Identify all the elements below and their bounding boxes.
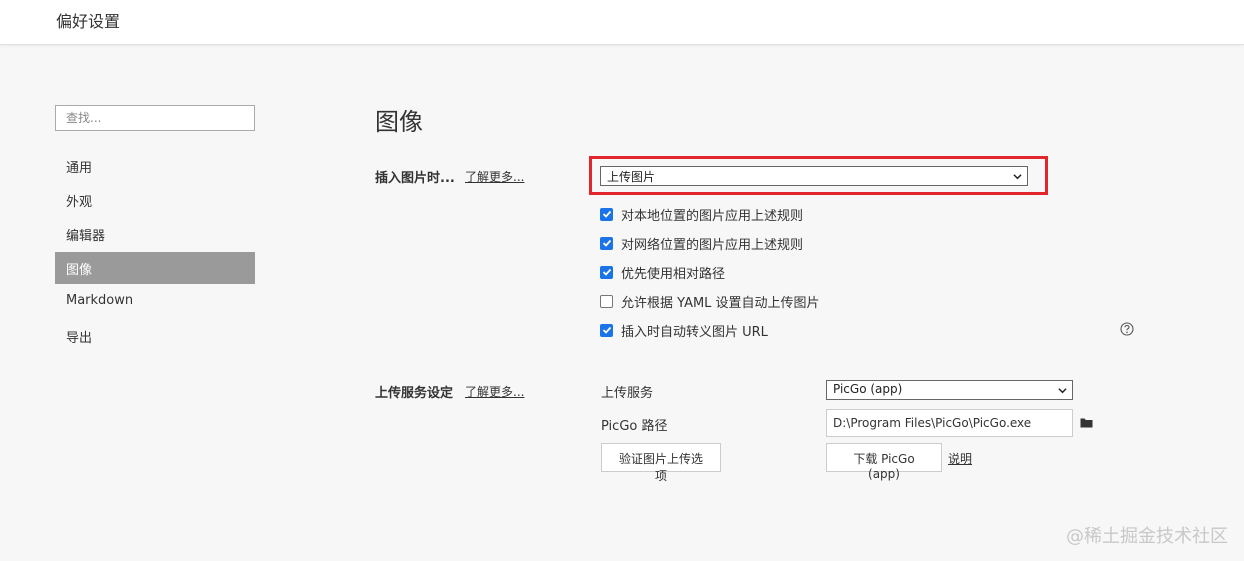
- picgo-path-label: PicGo 路径: [601, 419, 668, 434]
- checkbox-local-rules[interactable]: [600, 207, 613, 221]
- search-input[interactable]: [55, 105, 255, 131]
- option-local-rules[interactable]: 对本地位置的图片应用上述规则: [600, 205, 804, 224]
- upload-service-label: 上传服务: [601, 386, 654, 401]
- sidebar-item-markdown[interactable]: Markdown: [55, 286, 255, 318]
- option-label: 对网络位置的图片应用上述规则: [621, 237, 804, 253]
- option-relative-path[interactable]: 优先使用相对路径: [600, 263, 726, 282]
- picgo-path-value: D:\Program Files\PicGo\PicGo.exe: [833, 416, 1032, 430]
- sidebar-item-editor[interactable]: 编辑器: [55, 218, 255, 250]
- watermark: @稀土掘金技术社区: [1066, 526, 1228, 547]
- sidebar-item-appearance[interactable]: 外观: [55, 184, 255, 216]
- chevron-down-icon: [1013, 174, 1022, 180]
- check-icon: [602, 210, 611, 218]
- sidebar-nav: 通用 外观 编辑器 图像 Markdown 导出: [55, 150, 255, 354]
- help-icon[interactable]: [1120, 322, 1134, 336]
- option-escape-url[interactable]: 插入时自动转义图片 URL: [600, 321, 768, 340]
- insert-learn-more-link[interactable]: 了解更多...: [465, 168, 524, 185]
- checkbox-network-rules[interactable]: [600, 236, 613, 250]
- checkbox-relative-path[interactable]: [600, 265, 613, 279]
- option-label: 优先使用相对路径: [621, 266, 726, 282]
- download-picgo-button[interactable]: 下载 PicGo (app): [826, 443, 942, 481]
- section-title: 图像: [375, 108, 423, 136]
- option-label: 对本地位置的图片应用上述规则: [621, 208, 804, 224]
- insert-action-value: 上传图片: [607, 170, 656, 184]
- window-title: 偏好设置: [56, 12, 121, 31]
- verify-upload-button[interactable]: 验证图片上传选项: [601, 443, 721, 483]
- upload-service-settings-label: 上传服务设定: [375, 386, 454, 401]
- option-label: 插入时自动转义图片 URL: [621, 324, 768, 340]
- insert-action-select[interactable]: 上传图片: [600, 166, 1028, 186]
- upload-service-value: PicGo (app): [833, 382, 903, 396]
- sidebar-item-export[interactable]: 导出: [55, 320, 255, 352]
- title-bar: 偏好设置: [0, 0, 1244, 45]
- sidebar-item-general[interactable]: 通用: [55, 150, 255, 182]
- upload-learn-more-link[interactable]: 了解更多...: [465, 383, 524, 400]
- picgo-path-input[interactable]: D:\Program Files\PicGo\PicGo.exe: [826, 409, 1073, 437]
- option-yaml-upload[interactable]: 允许根据 YAML 设置自动上传图片: [600, 292, 820, 311]
- sidebar-item-image[interactable]: 图像: [55, 252, 255, 284]
- check-icon: [602, 326, 611, 334]
- check-icon: [602, 239, 611, 247]
- option-label: 允许根据 YAML 设置自动上传图片: [621, 295, 820, 311]
- checkbox-yaml-upload[interactable]: [600, 294, 613, 308]
- checkbox-escape-url[interactable]: [600, 323, 613, 337]
- folder-icon[interactable]: [1080, 417, 1093, 428]
- chevron-down-icon: [1058, 388, 1067, 394]
- insert-image-label: 插入图片时...: [375, 171, 455, 186]
- explain-link[interactable]: 说明: [948, 450, 972, 467]
- option-network-rules[interactable]: 对网络位置的图片应用上述规则: [600, 234, 804, 253]
- upload-service-select[interactable]: PicGo (app): [826, 380, 1073, 400]
- check-icon: [602, 268, 611, 276]
